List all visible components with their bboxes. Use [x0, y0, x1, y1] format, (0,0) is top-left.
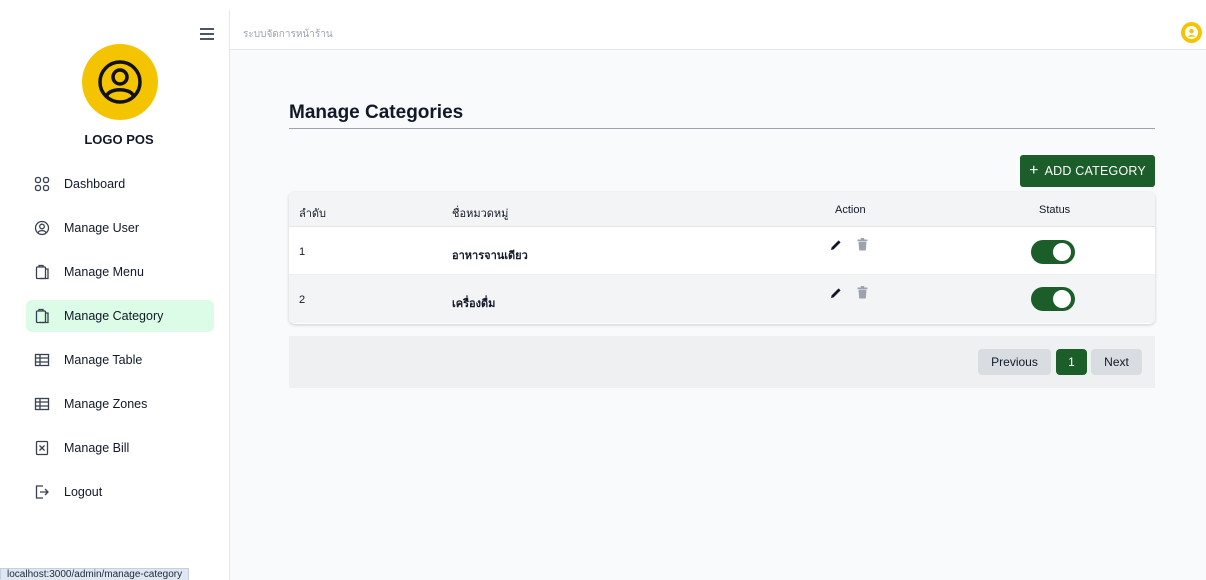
categories-table: ลำดับ ชื่อหมวดหมู่ Action Status 1 อาหาร… — [289, 192, 1155, 324]
table-header: ลำดับ ชื่อหมวดหมู่ Action Status — [289, 192, 1155, 227]
column-header-status: Status — [1039, 204, 1071, 216]
table-row: 2 เครื่องดื่ม — [289, 275, 1155, 323]
page-title: Manage Categories — [289, 102, 464, 123]
edit-pencil-icon[interactable] — [828, 237, 844, 253]
sidebar-item-label: Manage Table — [64, 353, 143, 367]
hamburger-menu-icon[interactable] — [200, 28, 214, 40]
sidebar-item-manage-user[interactable]: Manage User — [26, 212, 214, 244]
category-clipboard-icon — [34, 308, 50, 324]
column-header-index: ลำดับ — [299, 208, 327, 220]
sidebar-item-label: Manage Zones — [64, 397, 148, 411]
menu-clipboard-icon — [34, 264, 50, 280]
previous-page-button[interactable]: Previous — [978, 349, 1051, 375]
sidebar-item-label: Manage Menu — [64, 265, 144, 279]
sidebar-item-manage-bill[interactable]: Manage Bill — [26, 432, 214, 464]
app-frame: LOGO POS Dashboard Manage User Manage Me… — [0, 10, 1206, 580]
sidebar-nav: Dashboard Manage User Manage Menu Manage… — [26, 168, 214, 520]
delete-trash-icon[interactable] — [855, 236, 869, 252]
edit-pencil-icon[interactable] — [828, 285, 844, 301]
sidebar-item-manage-category[interactable]: Manage Category — [26, 300, 214, 332]
sidebar-item-logout[interactable]: Logout — [26, 476, 214, 508]
main-content: Manage Categories + ADD CATEGORY ลำดับ ช… — [230, 50, 1206, 580]
sidebar-item-label: Dashboard — [64, 177, 126, 191]
sidebar-item-label: Logout — [64, 485, 103, 499]
status-bar-url: localhost:3000/admin/manage-category — [0, 568, 190, 580]
sidebar-item-label: Manage Category — [64, 309, 164, 323]
sidebar-item-manage-menu[interactable]: Manage Menu — [26, 256, 214, 288]
plus-icon: + — [1029, 162, 1039, 179]
sidebar-item-label: Manage Bill — [64, 441, 130, 455]
top-bar: ระบบจัดการหน้าร้าน — [230, 10, 1206, 50]
sidebar: LOGO POS Dashboard Manage User Manage Me… — [8, 10, 230, 580]
row-index: 2 — [299, 294, 306, 306]
add-category-label: ADD CATEGORY — [1044, 164, 1146, 178]
next-page-button[interactable]: Next — [1091, 349, 1142, 375]
header-title: ระบบจัดการหน้าร้าน — [243, 29, 333, 40]
logo-avatar-icon — [82, 44, 158, 120]
status-toggle[interactable] — [1031, 287, 1075, 311]
sidebar-item-manage-table[interactable]: Manage Table — [26, 344, 214, 376]
sidebar-item-label: Manage User — [64, 221, 140, 235]
column-header-action: Action — [835, 204, 866, 216]
row-category-name: เครื่องดื่ม — [452, 298, 496, 310]
toggle-knob — [1053, 243, 1071, 261]
row-index: 1 — [299, 246, 306, 258]
toggle-knob — [1053, 290, 1071, 308]
delete-trash-icon[interactable] — [855, 284, 869, 300]
table-row: 1 อาหารจานเดียว — [289, 227, 1155, 275]
pagination-bar: Previous 1 Next — [289, 336, 1155, 388]
table-grid-icon — [34, 352, 50, 368]
row-category-name: อาหารจานเดียว — [452, 250, 528, 262]
sidebar-item-dashboard[interactable]: Dashboard — [26, 168, 214, 200]
user-circle-icon — [34, 220, 50, 236]
title-divider — [289, 128, 1155, 129]
dashboard-icon — [34, 176, 50, 192]
zones-grid-icon — [34, 396, 50, 412]
page-number-button[interactable]: 1 — [1056, 349, 1087, 375]
add-category-button[interactable]: + ADD CATEGORY — [1020, 155, 1155, 187]
sidebar-item-manage-zones[interactable]: Manage Zones — [26, 388, 214, 420]
column-header-name: ชื่อหมวดหมู่ — [452, 208, 509, 220]
logo-text: LOGO POS — [84, 132, 154, 147]
logout-icon — [34, 484, 50, 500]
bill-icon — [34, 440, 50, 456]
status-toggle[interactable] — [1031, 240, 1075, 264]
user-account-icon[interactable] — [1181, 22, 1202, 43]
